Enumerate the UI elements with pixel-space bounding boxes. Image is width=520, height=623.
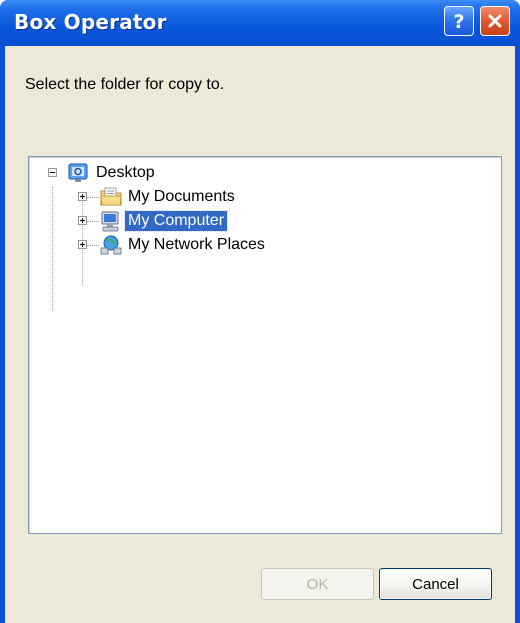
close-icon xyxy=(488,14,502,28)
close-button[interactable] xyxy=(480,6,510,36)
network-places-icon xyxy=(100,235,122,255)
tree-connector-horizontal xyxy=(87,197,99,198)
cancel-button[interactable]: Cancel xyxy=(379,568,492,600)
help-button[interactable]: ? xyxy=(444,6,474,36)
expand-icon[interactable] xyxy=(78,192,87,201)
desktop-icon xyxy=(68,163,88,182)
collapse-icon[interactable] xyxy=(48,168,57,177)
title-bar[interactable]: Box Operator ? xyxy=(0,0,520,46)
tree-item-my-network-places[interactable]: My Network Places xyxy=(125,235,268,255)
prompt-text: Select the folder for copy to. xyxy=(25,76,225,93)
tree-item-desktop[interactable]: Desktop xyxy=(93,163,158,183)
dialog-body: Select the folder for copy to. Desktop M… xyxy=(5,46,515,623)
ok-button[interactable]: OK xyxy=(261,568,374,600)
folder-tree[interactable]: Desktop My Documents My Computer My Netw… xyxy=(28,156,502,534)
tree-connector-horizontal xyxy=(87,245,99,246)
svg-text:?: ? xyxy=(453,11,464,31)
folder-documents-icon xyxy=(100,187,122,206)
help-icon: ? xyxy=(453,11,464,31)
tree-item-my-documents[interactable]: My Documents xyxy=(125,187,238,207)
window-title: Box Operator xyxy=(14,10,167,34)
expand-icon[interactable] xyxy=(78,216,87,225)
tree-connector-horizontal xyxy=(87,221,99,222)
tree-item-my-computer[interactable]: My Computer xyxy=(123,210,229,232)
dialog-window: Box Operator ? Select the folder for cop… xyxy=(0,0,520,623)
computer-icon xyxy=(101,211,119,232)
tree-connector-vertical xyxy=(52,187,53,311)
expand-icon[interactable] xyxy=(78,240,87,249)
